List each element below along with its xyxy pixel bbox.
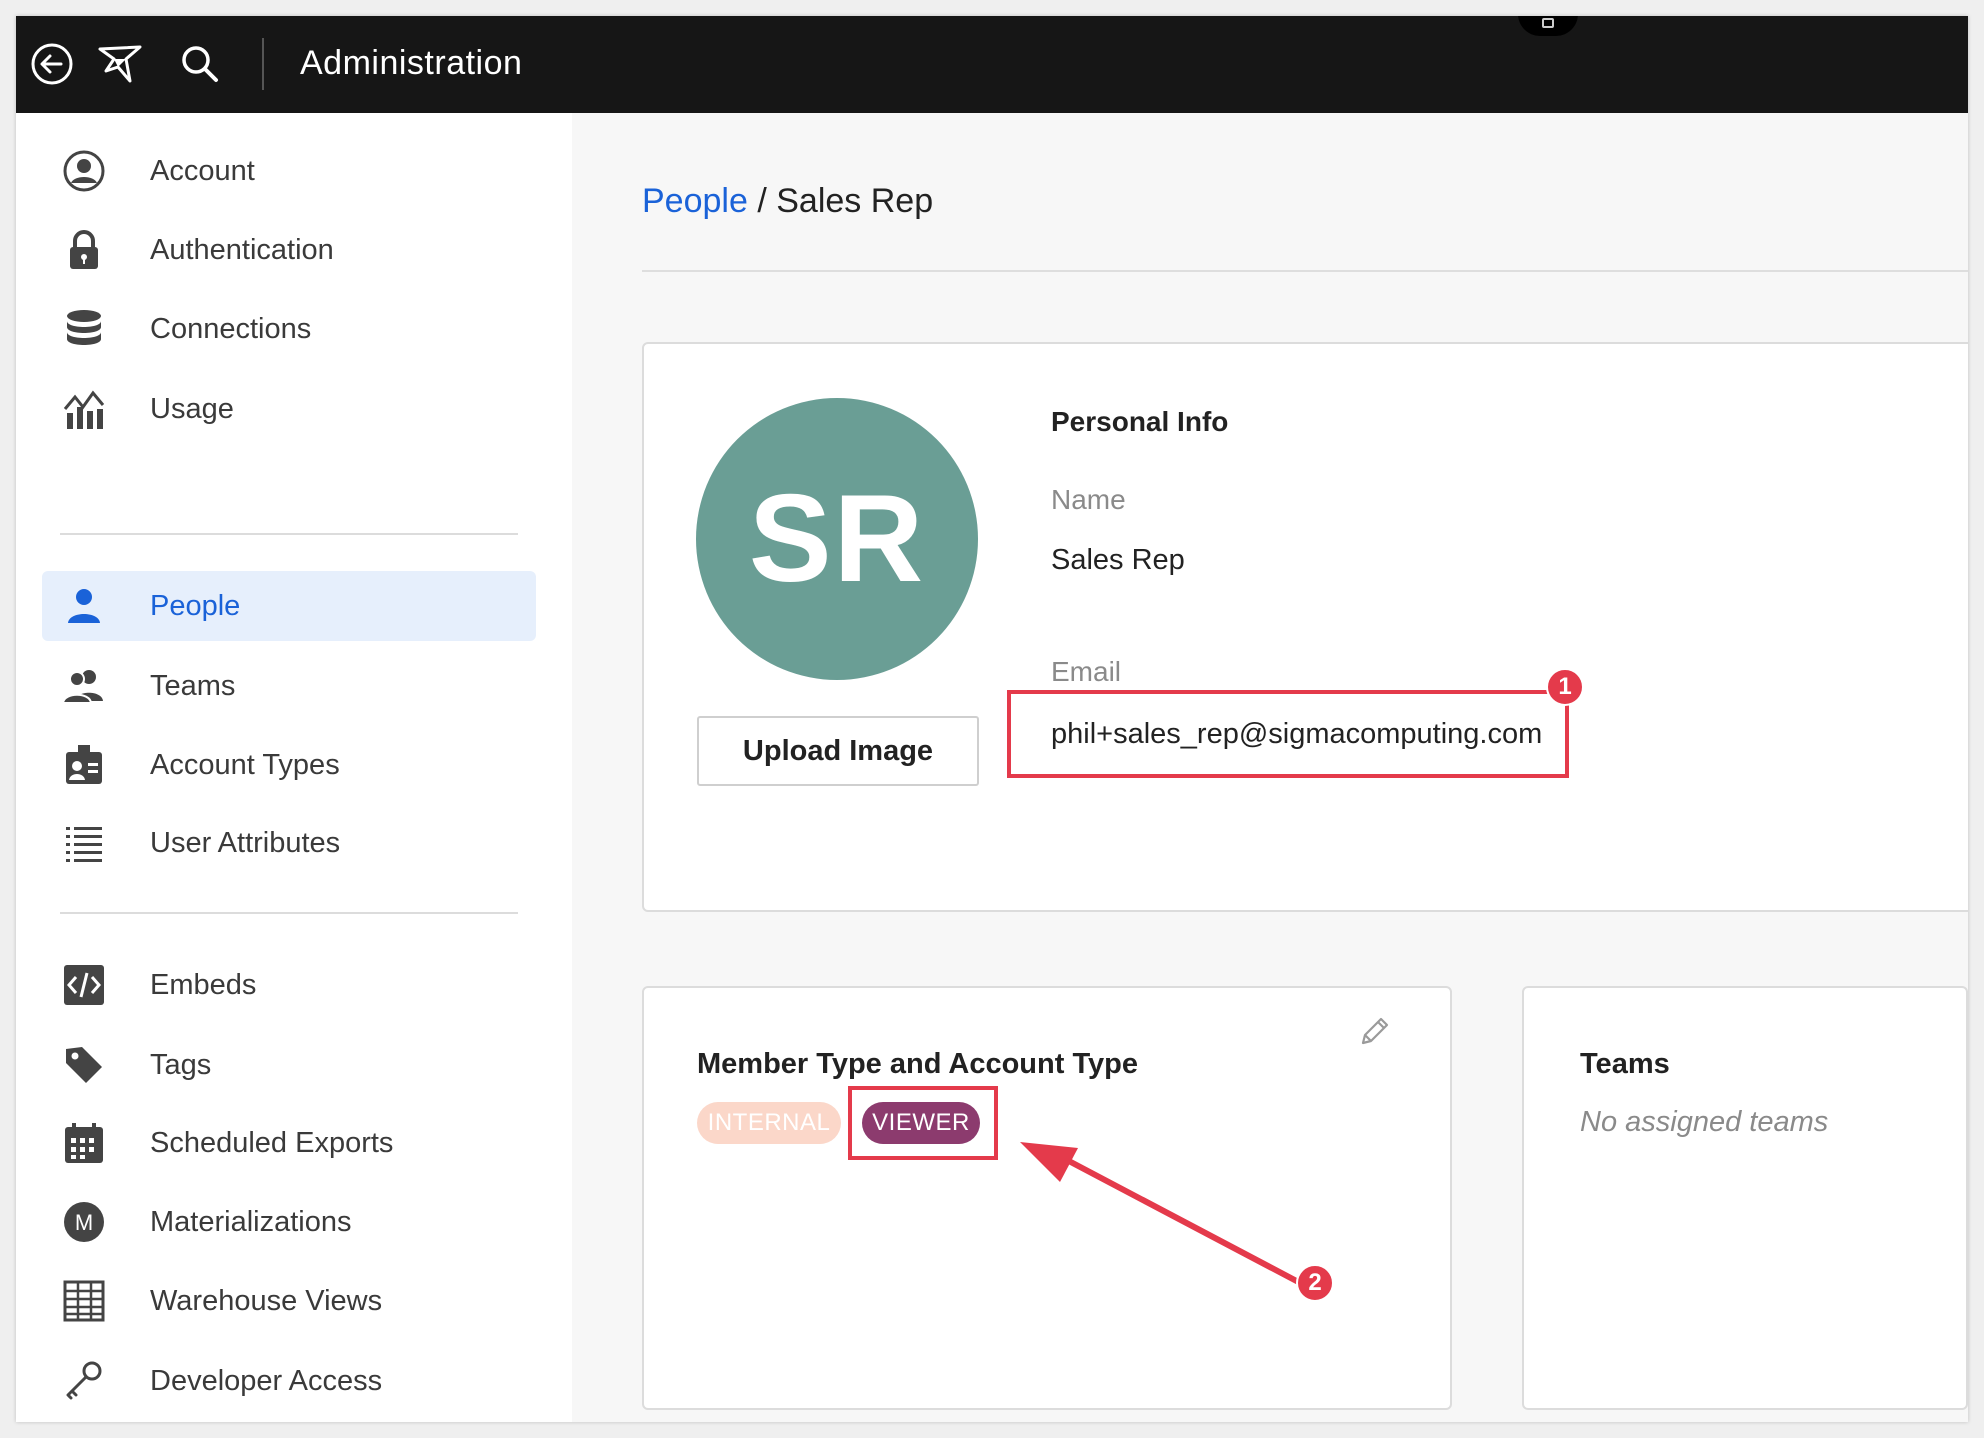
lock-icon: [60, 229, 108, 271]
annotation-marker-2: 2: [1296, 1264, 1334, 1302]
sidebar-item-developer-access[interactable]: Developer Access: [42, 1346, 536, 1416]
sidebar-item-embeds[interactable]: Embeds: [42, 950, 536, 1020]
sidebar-item-account[interactable]: Account: [42, 136, 536, 206]
personal-info-heading: Personal Info: [1051, 406, 1229, 437]
sidebar: Account Authentication Connections Usage Peo…: [16, 113, 572, 1422]
breadcrumb-people-link[interactable]: People: [642, 182, 748, 220]
sidebar-item-label: Account: [150, 154, 255, 187]
viewer-highlight-box: [848, 1086, 998, 1160]
sidebar-item-user-attributes[interactable]: User Attributes: [42, 808, 536, 878]
sidebar-item-label: Tags: [150, 1048, 212, 1081]
member-type-badge: INTERNAL: [697, 1102, 841, 1144]
sidebar-item-label: Teams: [150, 669, 236, 702]
sidebar-item-label: Usage: [150, 392, 234, 425]
top-notch: [1518, 16, 1578, 36]
sidebar-item-label: Connections: [150, 312, 312, 345]
sidebar-divider: [60, 533, 518, 535]
annotation-marker-1: 1: [1546, 668, 1584, 706]
top-bar-divider: [262, 38, 264, 90]
breadcrumb-current: Sales Rep: [776, 182, 934, 220]
sidebar-item-teams[interactable]: Teams: [42, 651, 536, 721]
database-icon: [60, 308, 108, 350]
list-icon: [60, 822, 108, 864]
usage-chart-icon: [60, 388, 108, 430]
sidebar-item-authentication[interactable]: Authentication: [42, 215, 536, 285]
key-icon: [60, 1360, 108, 1402]
breadcrumb-separator: /: [757, 182, 767, 220]
name-label: Name: [1051, 484, 1126, 515]
sidebar-item-label: Developer Access: [150, 1364, 383, 1397]
table-grid-icon: [60, 1280, 108, 1322]
code-icon: [60, 964, 108, 1006]
sidebar-item-label: Warehouse Views: [150, 1284, 383, 1317]
search-icon[interactable]: [174, 38, 226, 90]
teams-empty-text: No assigned teams: [1580, 1106, 1829, 1138]
breadcrumb: People / Sales Rep: [642, 182, 933, 221]
member-type-heading: Member Type and Account Type: [697, 1048, 1138, 1080]
tag-icon: [60, 1044, 108, 1086]
back-arrow-icon[interactable]: [26, 38, 78, 90]
email-highlight-box: [1007, 690, 1569, 778]
sidebar-item-connections[interactable]: Connections: [42, 294, 536, 364]
sidebar-divider: [60, 912, 518, 914]
m-circle-icon: M: [60, 1201, 108, 1243]
sidebar-item-people[interactable]: People: [42, 571, 536, 641]
sidebar-item-materializations[interactable]: M Materializations: [42, 1187, 536, 1257]
sidebar-item-label: Materializations: [150, 1205, 352, 1238]
pencil-icon[interactable]: [1352, 1010, 1396, 1054]
teams-heading: Teams: [1580, 1048, 1670, 1080]
sidebar-item-warehouse-views[interactable]: Warehouse Views: [42, 1266, 536, 1336]
sidebar-item-label: Authentication: [150, 233, 334, 266]
sidebar-item-account-types[interactable]: Account Types: [42, 730, 536, 800]
team-icon: [60, 665, 108, 707]
name-value: Sales Rep: [1051, 544, 1185, 576]
calendar-icon: [60, 1122, 108, 1164]
person-icon: [60, 585, 108, 627]
sidebar-item-label: Scheduled Exports: [150, 1126, 394, 1159]
id-badge-icon: [60, 744, 108, 786]
avatar: SR: [696, 398, 978, 680]
sidebar-item-scheduled-exports[interactable]: Scheduled Exports: [42, 1108, 536, 1178]
top-bar: Administration: [16, 16, 1968, 113]
logo-icon[interactable]: [94, 38, 146, 90]
sidebar-item-usage[interactable]: Usage: [42, 374, 536, 444]
sidebar-item-tags[interactable]: Tags: [42, 1030, 536, 1100]
sidebar-item-label: People: [150, 589, 241, 622]
email-label: Email: [1051, 656, 1122, 687]
sidebar-item-label: Embeds: [150, 968, 257, 1001]
sidebar-item-label: User Attributes: [150, 826, 341, 859]
divider: [642, 270, 1968, 272]
upload-image-button[interactable]: Upload Image: [697, 716, 979, 786]
page-title: Administration: [300, 44, 523, 82]
sidebar-item-label: Account Types: [150, 748, 340, 781]
user-circle-icon: [60, 150, 108, 192]
svg-text:M: M: [75, 1210, 93, 1235]
